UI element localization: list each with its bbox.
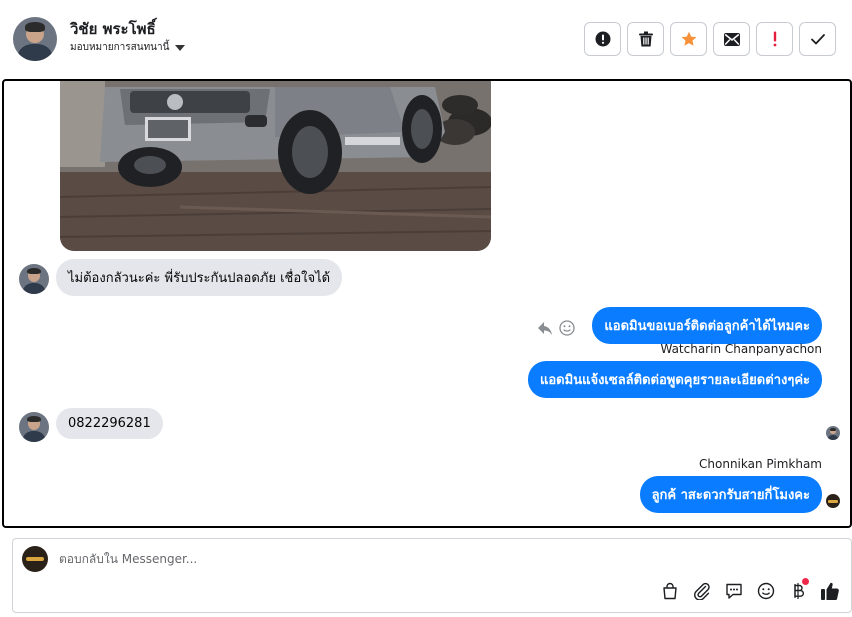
emoji-icon: [757, 582, 775, 600]
payment-button[interactable]: [787, 578, 809, 602]
contact-avatar-small: [19, 264, 49, 294]
sender-name: Chonnikan Pimkham: [699, 457, 822, 471]
sender-name: Watcharin Chanpanyachon: [660, 342, 822, 356]
like-button[interactable]: [819, 580, 841, 602]
shopping-bag-icon: [663, 582, 677, 600]
assign-conversation-dropdown[interactable]: มอบหมายการสนทนานี้: [70, 40, 186, 55]
saved-replies-button[interactable]: [723, 580, 745, 602]
assign-label: มอบหมายการสนทนานี้: [70, 42, 170, 53]
attach-button[interactable]: [691, 580, 713, 602]
outgoing-message[interactable]: แอดมินแจ้งเซลล์ติดต่อพูดคุยรายละเอียดต่า…: [528, 361, 822, 398]
conversation-header: วิชัย พระโพธิ์ มอบหมายการสนทนานี้: [0, 0, 852, 78]
chat-bubble-icon: [726, 583, 742, 599]
page-avatar: [22, 546, 48, 572]
follow-up-button[interactable]: [756, 22, 793, 56]
message-thread[interactable]: ไม่ต้องกลัวนะค่ะ พี่รับประกันปลอดภัย เชื…: [2, 79, 852, 528]
incoming-message[interactable]: ไม่ต้องกลัวนะค่ะ พี่รับประกันปลอดภัย เชื…: [56, 259, 343, 296]
reply-icon[interactable]: [537, 320, 553, 336]
reply-composer: [12, 538, 852, 613]
spam-button[interactable]: [584, 22, 621, 56]
contact-avatar-small: [19, 412, 49, 442]
read-receipt-avatar: [826, 426, 840, 440]
trash-icon: [638, 31, 653, 47]
check-icon: [810, 33, 825, 44]
outgoing-message[interactable]: ลูกค้ าสะดวกรับสายกี่โมงคะ: [639, 476, 822, 513]
star-icon: [681, 31, 696, 46]
composer-toolbar: [659, 578, 841, 602]
outgoing-message[interactable]: แอดมินขอเบอร์ติดต่อลูกค้าได้ไหมคะ: [592, 307, 822, 344]
seen-page-avatar: [826, 494, 840, 508]
thumbs-up-icon: [821, 582, 839, 600]
alert-circle-icon: [595, 31, 610, 47]
baht-icon: [794, 583, 804, 599]
star-button[interactable]: [670, 22, 707, 56]
done-button[interactable]: [799, 22, 836, 56]
delete-button[interactable]: [627, 22, 664, 56]
envelope-icon: [723, 32, 740, 46]
conversation-actions: [584, 22, 836, 56]
exclamation-icon: [773, 31, 776, 47]
emoji-button[interactable]: [755, 580, 777, 602]
incoming-message[interactable]: 0822296281: [56, 408, 163, 439]
caret-down-icon: [175, 44, 186, 51]
reply-input[interactable]: [59, 552, 559, 566]
notification-dot: [802, 578, 809, 585]
paperclip-icon: [694, 582, 710, 600]
mark-unread-button[interactable]: [713, 22, 750, 56]
react-smiley-icon[interactable]: [559, 320, 575, 336]
contact-avatar[interactable]: [13, 17, 57, 61]
contact-name[interactable]: วิชัย พระโพธิ์: [70, 17, 156, 41]
shared-photo[interactable]: [60, 81, 491, 251]
pickup-truck-image: [60, 81, 491, 251]
shop-button[interactable]: [659, 580, 681, 602]
